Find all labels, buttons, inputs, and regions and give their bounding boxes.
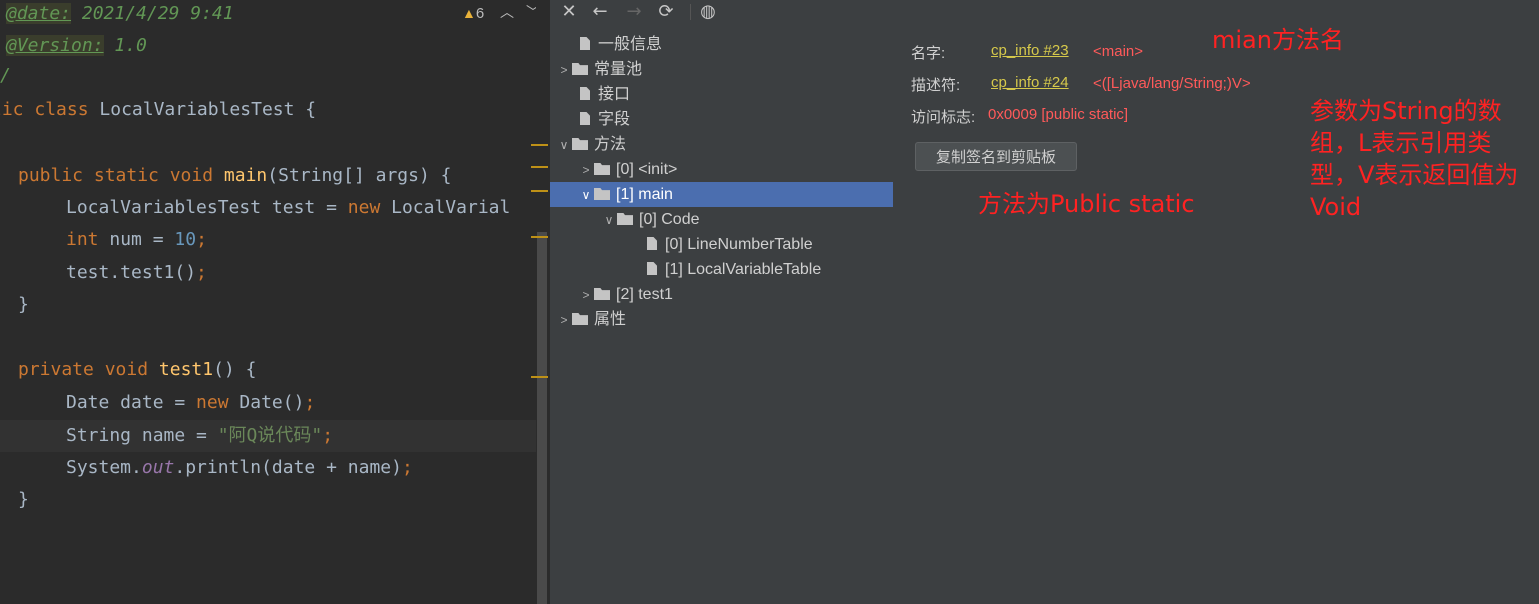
warning-marker[interactable] — [531, 236, 548, 238]
code-line-5[interactable]: public static void main(String[] args) { — [18, 160, 452, 192]
annotation-main-name: mian方法名 — [1212, 26, 1344, 54]
code-line-3[interactable]: / — [0, 60, 11, 92]
tree-item-attributes[interactable]: > 属性 — [556, 307, 626, 332]
warning-icon: ▲ — [462, 5, 476, 21]
code-line-1[interactable]: @date: 2021/4/29 9:41 — [6, 0, 234, 30]
warning-marker[interactable] — [531, 190, 548, 192]
access-flags-value: 0x0009 [public static] — [988, 106, 1129, 123]
name-value: <main> — [1093, 43, 1144, 60]
toolbar-separator — [690, 4, 691, 20]
tree-item-method-init[interactable]: > [0] <init> — [578, 157, 677, 182]
globe-icon[interactable]: ◍ — [697, 0, 719, 24]
annotation-descriptor-line1: 参数为String的数 — [1310, 97, 1502, 125]
close-icon[interactable]: ✕ — [558, 0, 580, 24]
editor-scrollbar-thumb[interactable] — [537, 232, 547, 604]
next-warning-icon[interactable]: ﹀ — [526, 2, 536, 24]
code-line-2[interactable]: @Version: 1.0 — [6, 30, 147, 62]
folder-icon — [572, 313, 588, 325]
tree-item-constant-pool[interactable]: > 常量池 — [556, 57, 642, 82]
back-icon[interactable]: ← — [589, 0, 611, 24]
warning-marker[interactable] — [531, 144, 548, 146]
code-line-14[interactable]: } — [18, 484, 29, 516]
file-icon — [580, 37, 590, 50]
file-icon — [647, 237, 657, 250]
viewer-toolbar: ✕ ← → ⟳ ◍ — [550, 0, 1539, 26]
file-icon — [580, 112, 590, 125]
folder-icon — [617, 213, 633, 225]
copy-signature-button[interactable]: 复制签名到剪贴板 — [915, 142, 1077, 171]
folder-icon — [594, 163, 610, 175]
annotation-public-static: 方法为Public static — [978, 190, 1195, 218]
name-label: 名字: — [911, 45, 946, 62]
warnings-indicator[interactable]: ▲6 — [462, 2, 484, 24]
tree-item-local-variable-table[interactable]: [1] LocalVariableTable — [631, 257, 821, 282]
code-line-7[interactable]: int num = 10; — [66, 224, 207, 256]
chevron-right-icon[interactable]: > — [578, 283, 594, 308]
tree-item-general-info[interactable]: 一般信息 — [564, 32, 662, 57]
code-editor[interactable]: @date: 2021/4/29 9:41 @Version: 1.0 / li… — [0, 0, 536, 604]
file-icon — [647, 262, 657, 275]
tree-item-methods[interactable]: ∨ 方法 — [556, 132, 626, 157]
folder-icon — [572, 138, 588, 150]
tree-item-line-number-table[interactable]: [0] LineNumberTable — [631, 232, 813, 257]
code-line-4[interactable]: lic class LocalVariablesTest { — [0, 94, 316, 126]
warning-marker[interactable] — [531, 166, 548, 168]
descriptor-value: <([Ljava/lang/String;)V> — [1093, 75, 1251, 92]
prev-warning-icon[interactable]: ︿ — [500, 2, 514, 24]
tree-item-interfaces[interactable]: 接口 — [564, 82, 630, 107]
annotation-descriptor-line3: 型，V表示返回值为 — [1310, 161, 1519, 189]
descriptor-cp-link[interactable]: cp_info #24 — [991, 74, 1069, 91]
annotation-descriptor-line2: 组，L表示引用类 — [1310, 129, 1492, 157]
file-icon — [580, 87, 590, 100]
warning-marker[interactable] — [531, 376, 548, 378]
annotation-descriptor-line4: Void — [1310, 193, 1362, 221]
code-line-6[interactable]: LocalVariablesTest test = new LocalVaria… — [66, 192, 510, 224]
chevron-right-icon[interactable]: > — [556, 58, 572, 83]
descriptor-label: 描述符: — [911, 77, 961, 94]
tree-item-method-test1[interactable]: > [2] test1 — [578, 282, 672, 308]
tree-item-code[interactable]: ∨ [0] Code — [601, 207, 700, 233]
bytecode-viewer-panel: ✕ ← → ⟳ ◍ 一般信息 > 常量池 接口 字段 ∨ 方法 > [0] <init… — [550, 0, 1539, 604]
refresh-icon[interactable]: ⟳ — [655, 0, 677, 24]
code-line-8[interactable]: test.test1(); — [66, 257, 207, 289]
code-line-12[interactable]: String name = "阿Q说代码"; — [66, 420, 333, 452]
chevron-right-icon[interactable]: > — [578, 158, 594, 183]
forward-icon[interactable]: → — [623, 0, 645, 24]
chevron-down-icon[interactable]: ∨ — [601, 208, 617, 233]
code-line-13[interactable]: System.out.println(date + name); — [66, 452, 413, 484]
folder-icon — [572, 63, 588, 75]
chevron-down-icon[interactable]: ∨ — [578, 183, 594, 208]
access-flags-label: 访问标志: — [911, 109, 976, 126]
code-line-9[interactable]: } — [18, 289, 29, 321]
chevron-down-icon[interactable]: ∨ — [556, 133, 572, 158]
code-line-11[interactable]: Date date = new Date(); — [66, 387, 315, 419]
tree-item-fields[interactable]: 字段 — [564, 107, 630, 132]
folder-icon — [594, 288, 610, 300]
code-line-10[interactable]: private void test1() { — [18, 354, 256, 386]
name-cp-link[interactable]: cp_info #23 — [991, 42, 1069, 59]
tree-item-method-main[interactable]: ∨ [1] main — [550, 182, 893, 207]
chevron-right-icon[interactable]: > — [556, 308, 572, 333]
folder-icon — [594, 188, 610, 200]
